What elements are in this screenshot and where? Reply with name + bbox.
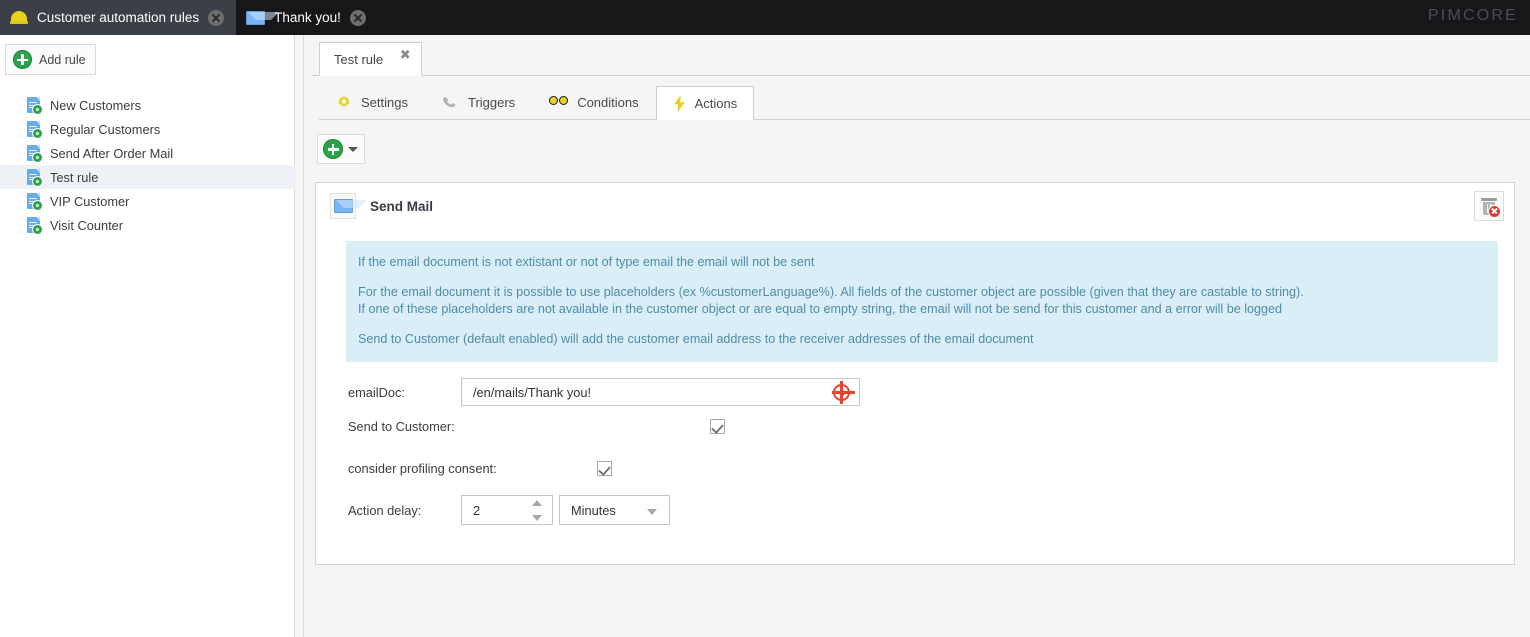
sidebar-item-label: Send After Order Mail: [50, 145, 174, 161]
bolt-icon: [673, 94, 686, 112]
envelope-icon: [333, 199, 367, 213]
plus-icon: [323, 139, 343, 159]
sidebar-item-send-after-order-mail[interactable]: Send After Order Mail: [0, 141, 295, 165]
envelope-icon: [246, 10, 280, 25]
emaildoc-value: /en/mails/Thank you!: [473, 384, 592, 400]
tab-actions[interactable]: Actions: [655, 86, 755, 120]
emaildoc-input[interactable]: /en/mails/Thank you!: [461, 378, 860, 406]
close-icon[interactable]: ✖: [399, 48, 411, 61]
add-action-button[interactable]: [317, 134, 365, 164]
rules-sidebar: Add rule New Customers Regular Customers: [0, 35, 295, 637]
phone-icon: [442, 95, 459, 111]
tab-settings[interactable]: Settings: [319, 85, 425, 119]
dome-icon: [10, 10, 28, 25]
top-tab-bar: Customer automation rules Thank you!: [0, 0, 1530, 35]
document-tabstrip: Test rule ✖: [312, 42, 1530, 76]
send-to-customer-row: Send to Customer:: [348, 419, 725, 434]
send-to-customer-label: Send to Customer:: [348, 419, 455, 434]
action-delay-unit-value: Minutes: [571, 502, 616, 518]
send-to-customer-checkbox[interactable]: [710, 419, 725, 434]
rule-document-icon: [26, 120, 42, 138]
profiling-consent-label: consider profiling consent:: [348, 461, 497, 476]
tab-test-rule[interactable]: Test rule ✖: [319, 42, 423, 76]
tab-label: Test rule: [334, 51, 384, 67]
sidebar-item-new-customers[interactable]: New Customers: [0, 93, 295, 117]
emaildoc-label: emailDoc:: [348, 384, 405, 400]
rule-document-icon: [26, 216, 42, 234]
delete-action-button[interactable]: [1474, 191, 1504, 221]
rules-list: New Customers Regular Customers Send Aft…: [0, 93, 295, 237]
profiling-consent-row: consider profiling consent:: [348, 461, 612, 476]
tab-label: Triggers: [467, 95, 516, 110]
info-line-2: For the email document it is possible to…: [358, 285, 1304, 299]
top-tab-label: Thank you!: [274, 10, 341, 26]
mail-icon-box: [330, 193, 367, 219]
target-crosshair-line: [840, 380, 843, 404]
tab-triggers[interactable]: Triggers: [425, 85, 532, 119]
action-delay-stepper[interactable]: 2: [461, 495, 553, 525]
pimcore-logo: PIMCORE: [1427, 7, 1518, 24]
send-mail-action-panel: Send Mail If the email document is not e…: [315, 182, 1515, 565]
top-tab-customer-automation-rules[interactable]: Customer automation rules: [0, 0, 237, 35]
sidebar-item-label: Regular Customers: [50, 121, 161, 137]
info-line-3: If one of these placeholders are not ava…: [358, 302, 1283, 316]
sidebar-item-vip-customer[interactable]: VIP Customer: [0, 189, 295, 213]
panel-header: Send Mail: [316, 183, 1514, 229]
close-icon[interactable]: [208, 9, 225, 26]
action-delay-value: 2: [473, 502, 481, 518]
panel-title: Send Mail: [370, 198, 434, 214]
sidebar-item-visit-counter[interactable]: Visit Counter: [0, 213, 295, 237]
sidebar-item-regular-customers[interactable]: Regular Customers: [0, 117, 295, 141]
rule-document-icon: [26, 144, 42, 162]
chevron-down-icon[interactable]: [647, 509, 657, 515]
binoculars-icon: [549, 96, 569, 109]
chevron-down-icon[interactable]: [348, 146, 358, 152]
add-rule-button[interactable]: Add rule: [5, 44, 96, 75]
add-rule-label: Add rule: [39, 52, 86, 67]
plus-icon: [13, 50, 32, 69]
stepper-arrows-icon[interactable]: [532, 500, 543, 521]
sidebar-item-label: Visit Counter: [50, 217, 124, 233]
info-box: If the email document is not extistant o…: [346, 241, 1498, 362]
tab-label: Settings: [361, 95, 408, 110]
rule-document-icon: [26, 192, 42, 210]
close-icon[interactable]: [349, 9, 366, 26]
trash-delete-icon: [1480, 197, 1500, 217]
top-tab-thank-you[interactable]: Thank you!: [236, 0, 378, 35]
panel-splitter[interactable]: [296, 35, 304, 637]
tab-conditions[interactable]: Conditions: [532, 85, 655, 119]
gear-icon: [336, 95, 352, 111]
sidebar-item-label: New Customers: [50, 97, 142, 113]
sidebar-item-label: VIP Customer: [50, 193, 130, 209]
info-line-4: Send to Customer (default enabled) will …: [358, 332, 1034, 346]
info-line-1: If the email document is not extistant o…: [358, 255, 815, 269]
top-tab-label: Customer automation rules: [37, 10, 200, 26]
tab-label: Actions: [694, 95, 738, 111]
action-delay-label: Action delay:: [348, 502, 422, 518]
rule-document-icon: [26, 168, 42, 186]
action-delay-row: Action delay: 2 Minutes: [348, 495, 670, 525]
sidebar-item-label: Test rule: [50, 169, 99, 185]
profiling-consent-checkbox[interactable]: [597, 461, 612, 476]
tab-label: Conditions: [577, 95, 639, 110]
emaildoc-row: emailDoc: /en/mails/Thank you!: [348, 378, 860, 406]
rule-section-tabs: Settings Triggers Conditions Actions: [319, 85, 1530, 120]
rule-document-icon: [26, 96, 42, 114]
action-delay-unit-select[interactable]: Minutes: [559, 495, 670, 525]
sidebar-item-test-rule[interactable]: Test rule: [0, 165, 295, 189]
